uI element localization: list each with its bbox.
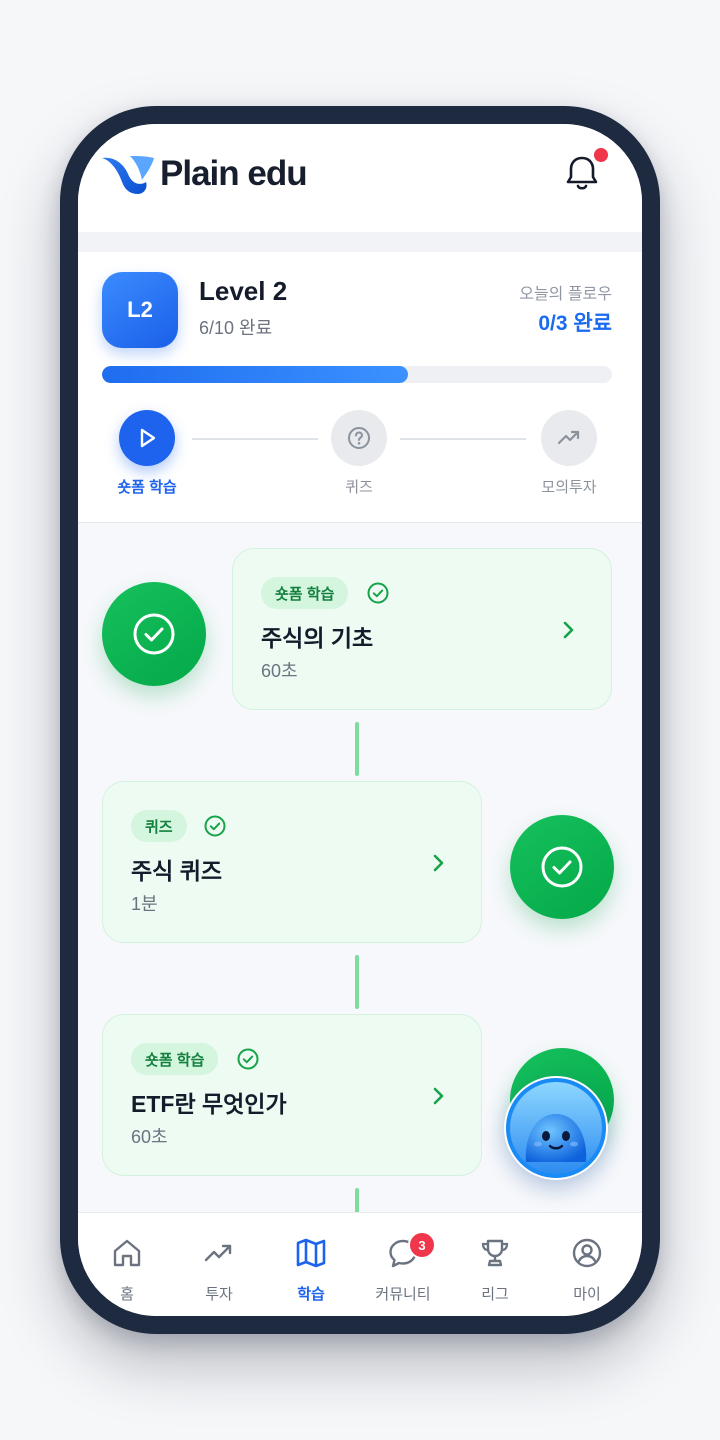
lesson-duration: 1분	[131, 894, 158, 914]
lesson-card[interactable]: 숏폼 학습 주식의 기초 60초	[232, 548, 612, 710]
app-logo[interactable]: Plain edu	[100, 152, 308, 196]
path-connector	[355, 955, 359, 1009]
tab-community[interactable]: 3 커뮤니티	[356, 1213, 450, 1316]
tab-learn[interactable]: 학습	[264, 1213, 358, 1316]
tab-label: 커뮤니티	[375, 1286, 431, 1303]
trend-icon	[204, 1244, 232, 1262]
lesson-node-complete[interactable]	[510, 815, 614, 919]
step-connector	[400, 438, 526, 440]
trend-icon	[557, 430, 580, 445]
lesson-card[interactable]: 숏폼 학습 ETF란 무엇인가 60초	[102, 1014, 482, 1176]
lesson-duration: 60초	[261, 661, 298, 681]
mascot-icon	[506, 1078, 606, 1178]
lesson-title: ETF란 무엇인가	[131, 1091, 287, 1117]
lesson-tag: 숏폼 학습	[131, 1043, 219, 1075]
profile-icon	[572, 1238, 602, 1268]
level-badge: L2	[102, 272, 178, 348]
level-summary: L2 Level 2 6/10 완료 오늘의 플로우 0/3 완료 숏폼 학습 …	[78, 252, 642, 523]
level-progress-bar	[102, 366, 612, 383]
chevron-right-icon	[433, 854, 444, 872]
check-circle-icon	[541, 846, 583, 888]
path-connector	[355, 722, 359, 776]
today-flow-label: 오늘의 플로우	[519, 286, 612, 303]
lesson-title: 주식의 기초	[261, 625, 374, 651]
check-circle-icon	[133, 613, 175, 655]
step-shortform[interactable]	[119, 410, 175, 466]
home-icon	[113, 1239, 141, 1267]
tab-invest[interactable]: 투자	[172, 1213, 266, 1316]
step-label-mock-invest: 모의투자	[541, 479, 597, 496]
tab-my[interactable]: 마이	[540, 1213, 634, 1316]
tab-league[interactable]: 리그	[448, 1213, 542, 1316]
phone-frame: Plain edu L2 Level 2 6/10 완료 오늘의 플로우 0/3…	[60, 106, 660, 1334]
tab-label: 마이	[573, 1286, 601, 1303]
lesson-duration: 60초	[131, 1127, 168, 1147]
lesson-node-complete[interactable]	[102, 582, 206, 686]
check-circle-icon	[204, 815, 226, 837]
play-icon	[140, 428, 156, 448]
map-icon	[296, 1238, 326, 1268]
bottom-tab-bar: 홈 투자 학습 3 커뮤니티 리그 마이	[78, 1212, 642, 1316]
lesson-tag: 숏폼 학습	[261, 577, 349, 609]
step-quiz[interactable]	[331, 410, 387, 466]
level-progress-text: 6/10 완료	[199, 318, 273, 338]
mascot-assistant-button[interactable]	[504, 1076, 608, 1180]
question-icon	[348, 427, 370, 449]
chevron-right-icon	[563, 621, 574, 639]
level-progress-fill	[102, 366, 408, 383]
lesson-title: 주식 퀴즈	[131, 858, 223, 884]
tab-label: 홈	[120, 1286, 134, 1303]
check-circle-icon	[367, 582, 389, 604]
lesson-card[interactable]: 퀴즈 주식 퀴즈 1분	[102, 781, 482, 943]
app-name: Plain edu	[160, 154, 308, 193]
step-label-quiz: 퀴즈	[345, 479, 373, 496]
app-header: Plain edu	[78, 124, 642, 232]
notification-dot	[592, 146, 610, 164]
tab-label: 학습	[297, 1286, 325, 1303]
unread-badge: 3	[408, 1231, 436, 1259]
trophy-icon	[481, 1239, 509, 1267]
today-flow-value: 0/3 완료	[538, 312, 612, 335]
step-label-shortform: 숏폼 학습	[117, 479, 177, 496]
tab-home[interactable]: 홈	[80, 1213, 174, 1316]
app-screen: Plain edu L2 Level 2 6/10 완료 오늘의 플로우 0/3…	[78, 124, 642, 1316]
step-connector	[192, 438, 318, 440]
step-mock-invest[interactable]	[541, 410, 597, 466]
level-title: Level 2	[199, 276, 288, 306]
check-circle-icon	[237, 1048, 259, 1070]
tab-label: 리그	[481, 1286, 509, 1303]
header-divider	[78, 232, 642, 252]
lesson-tag: 퀴즈	[131, 810, 187, 842]
wave-logo-icon	[102, 156, 154, 194]
chevron-right-icon	[433, 1087, 444, 1105]
tab-label: 투자	[205, 1286, 233, 1303]
